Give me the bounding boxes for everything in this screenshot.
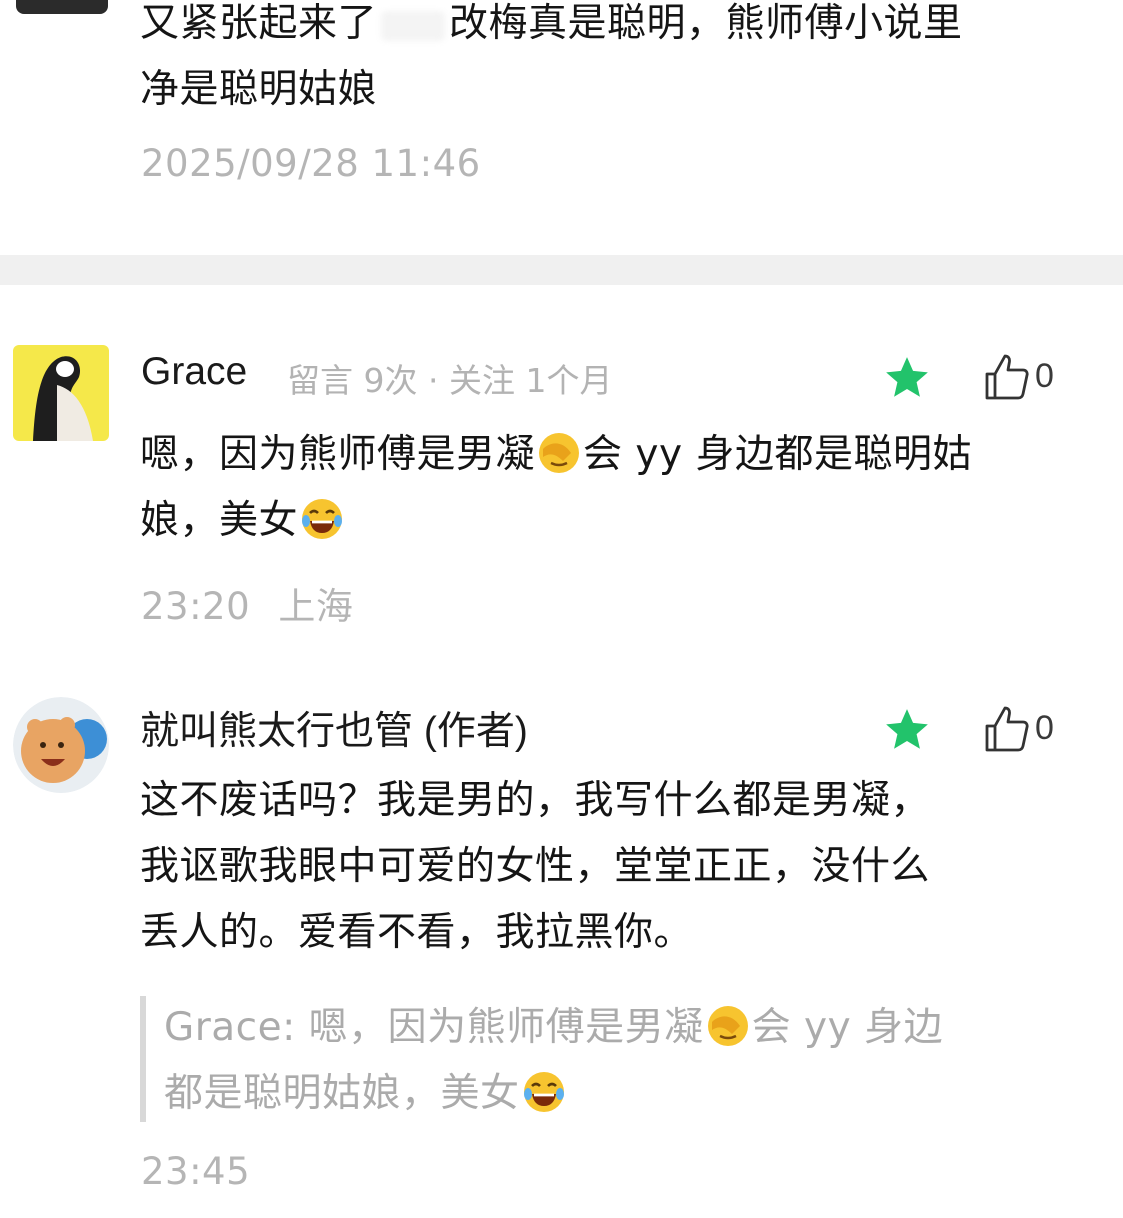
redacted-text [381,10,446,41]
like-button[interactable]: 0 [983,702,1054,754]
comment-text: 这不废话吗？我是男的，我写什么都是男凝， 我讴歌我眼中可爱的女性，堂堂正正，没什… [140,778,931,955]
laughing-emoji [520,1068,568,1116]
avatar[interactable] [13,697,109,793]
star-icon[interactable] [882,353,932,403]
thumbs-up-icon [985,354,1029,400]
like-count: 0 [1035,356,1054,395]
quoted-comment: Grace: 嗯，因为熊师傅是男凝会 yy 身边 都是聪明姑娘，美女 [164,995,1084,1127]
like-count: 0 [1035,708,1054,747]
comment-timestamp: 2025/09/28 11:46 [141,142,481,185]
section-divider [0,255,1123,285]
avatar[interactable] [13,345,109,441]
commenter-name[interactable]: Grace [141,350,247,394]
commenter-meta: 留言 9次 · 关注 1个月 [287,361,613,400]
star-icon[interactable] [882,705,932,755]
comment-text: 又紧张起来了 改梅真是聪明，熊师傅小说里 净是聪明姑娘 [140,1,963,112]
thumbs-up-icon [985,706,1029,752]
comment-time: 23:20 上海 [141,585,354,628]
avatar[interactable] [16,0,108,14]
commenter-name[interactable]: 就叫熊太行也管 (作者) [140,700,528,756]
comment-time: 23:45 [141,1150,251,1193]
laughing-emoji [298,495,346,543]
facepalm-emoji [535,429,583,477]
quote-bar [140,996,146,1122]
comment-location: 上海 [278,585,354,628]
like-button[interactable]: 0 [983,350,1054,402]
facepalm-emoji [704,1002,752,1050]
comment-text: 嗯，因为熊师傅是男凝会 yy 身边都是聪明姑 娘，美女 [140,422,1090,554]
